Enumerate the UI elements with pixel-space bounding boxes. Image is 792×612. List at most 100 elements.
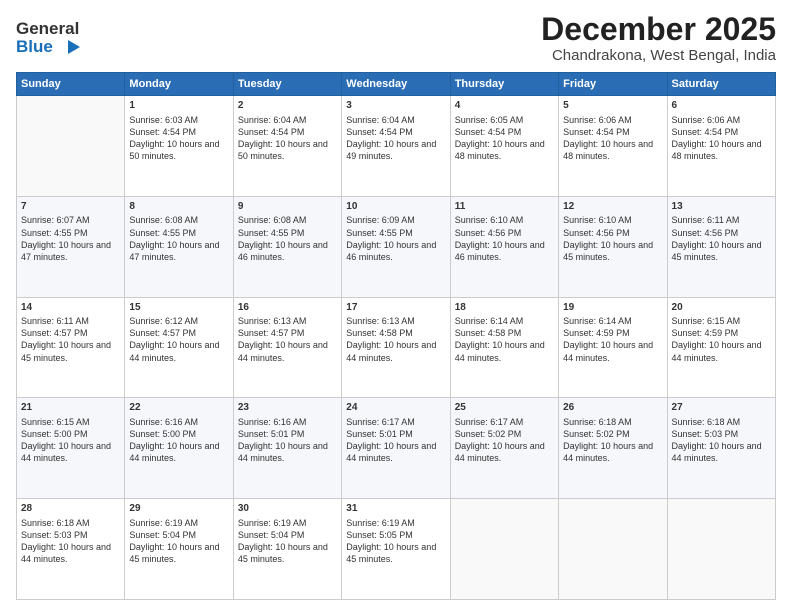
day-detail: Sunrise: 6:18 AMSunset: 5:02 PMDaylight:…: [563, 416, 662, 465]
day-detail: Sunrise: 6:05 AMSunset: 4:54 PMDaylight:…: [455, 114, 554, 163]
day-number: 2: [238, 99, 337, 113]
day-detail: Sunrise: 6:18 AMSunset: 5:03 PMDaylight:…: [21, 517, 120, 566]
page: General Blue December 2025 Chandrakona, …: [0, 0, 792, 612]
day-detail: Sunrise: 6:03 AMSunset: 4:54 PMDaylight:…: [129, 114, 228, 163]
calendar-week-row: 1Sunrise: 6:03 AMSunset: 4:54 PMDaylight…: [17, 96, 776, 197]
calendar-week-row: 21Sunrise: 6:15 AMSunset: 5:00 PMDayligh…: [17, 398, 776, 499]
header-friday: Friday: [559, 73, 667, 96]
day-detail: Sunrise: 6:18 AMSunset: 5:03 PMDaylight:…: [672, 416, 771, 465]
day-number: 11: [455, 200, 554, 214]
calendar-cell: 27Sunrise: 6:18 AMSunset: 5:03 PMDayligh…: [667, 398, 775, 499]
day-detail: Sunrise: 6:19 AMSunset: 5:04 PMDaylight:…: [238, 517, 337, 566]
day-detail: Sunrise: 6:06 AMSunset: 4:54 PMDaylight:…: [672, 114, 771, 163]
day-number: 21: [21, 401, 120, 415]
day-number: 17: [346, 301, 445, 315]
svg-text:Blue: Blue: [16, 37, 53, 56]
calendar-cell: 3Sunrise: 6:04 AMSunset: 4:54 PMDaylight…: [342, 96, 450, 197]
calendar-cell: 8Sunrise: 6:08 AMSunset: 4:55 PMDaylight…: [125, 196, 233, 297]
calendar-cell: 20Sunrise: 6:15 AMSunset: 4:59 PMDayligh…: [667, 297, 775, 398]
calendar-week-row: 14Sunrise: 6:11 AMSunset: 4:57 PMDayligh…: [17, 297, 776, 398]
calendar-cell: 9Sunrise: 6:08 AMSunset: 4:55 PMDaylight…: [233, 196, 341, 297]
calendar-cell: 11Sunrise: 6:10 AMSunset: 4:56 PMDayligh…: [450, 196, 558, 297]
calendar-week-row: 7Sunrise: 6:07 AMSunset: 4:55 PMDaylight…: [17, 196, 776, 297]
day-number: 6: [672, 99, 771, 113]
day-detail: Sunrise: 6:06 AMSunset: 4:54 PMDaylight:…: [563, 114, 662, 163]
day-number: 16: [238, 301, 337, 315]
day-number: 20: [672, 301, 771, 315]
day-number: 12: [563, 200, 662, 214]
header-saturday: Saturday: [667, 73, 775, 96]
calendar-cell: 18Sunrise: 6:14 AMSunset: 4:58 PMDayligh…: [450, 297, 558, 398]
day-detail: Sunrise: 6:09 AMSunset: 4:55 PMDaylight:…: [346, 214, 445, 263]
calendar-cell: 6Sunrise: 6:06 AMSunset: 4:54 PMDaylight…: [667, 96, 775, 197]
calendar-cell: 30Sunrise: 6:19 AMSunset: 5:04 PMDayligh…: [233, 499, 341, 600]
calendar-cell: 28Sunrise: 6:18 AMSunset: 5:03 PMDayligh…: [17, 499, 125, 600]
calendar-table: Sunday Monday Tuesday Wednesday Thursday…: [16, 72, 776, 600]
calendar-cell: 29Sunrise: 6:19 AMSunset: 5:04 PMDayligh…: [125, 499, 233, 600]
calendar-cell: 13Sunrise: 6:11 AMSunset: 4:56 PMDayligh…: [667, 196, 775, 297]
location-title: Chandrakona, West Bengal, India: [541, 47, 776, 64]
month-title: December 2025: [541, 12, 776, 47]
calendar-cell: 14Sunrise: 6:11 AMSunset: 4:57 PMDayligh…: [17, 297, 125, 398]
day-number: 25: [455, 401, 554, 415]
day-number: 30: [238, 502, 337, 516]
calendar-cell: 12Sunrise: 6:10 AMSunset: 4:56 PMDayligh…: [559, 196, 667, 297]
calendar-cell: 4Sunrise: 6:05 AMSunset: 4:54 PMDaylight…: [450, 96, 558, 197]
calendar-cell: 2Sunrise: 6:04 AMSunset: 4:54 PMDaylight…: [233, 96, 341, 197]
day-detail: Sunrise: 6:16 AMSunset: 5:01 PMDaylight:…: [238, 416, 337, 465]
svg-text:General: General: [16, 19, 79, 38]
day-number: 23: [238, 401, 337, 415]
calendar-header-row: Sunday Monday Tuesday Wednesday Thursday…: [17, 73, 776, 96]
calendar-cell: 24Sunrise: 6:17 AMSunset: 5:01 PMDayligh…: [342, 398, 450, 499]
day-detail: Sunrise: 6:19 AMSunset: 5:04 PMDaylight:…: [129, 517, 228, 566]
calendar-cell: 7Sunrise: 6:07 AMSunset: 4:55 PMDaylight…: [17, 196, 125, 297]
calendar-cell: [450, 499, 558, 600]
day-number: 5: [563, 99, 662, 113]
header: General Blue December 2025 Chandrakona, …: [16, 12, 776, 64]
day-number: 10: [346, 200, 445, 214]
logo: General Blue: [16, 12, 106, 62]
title-block: December 2025 Chandrakona, West Bengal, …: [541, 12, 776, 64]
calendar-week-row: 28Sunrise: 6:18 AMSunset: 5:03 PMDayligh…: [17, 499, 776, 600]
day-detail: Sunrise: 6:12 AMSunset: 4:57 PMDaylight:…: [129, 315, 228, 364]
calendar-cell: 10Sunrise: 6:09 AMSunset: 4:55 PMDayligh…: [342, 196, 450, 297]
day-detail: Sunrise: 6:10 AMSunset: 4:56 PMDaylight:…: [563, 214, 662, 263]
day-number: 24: [346, 401, 445, 415]
day-number: 14: [21, 301, 120, 315]
day-detail: Sunrise: 6:08 AMSunset: 4:55 PMDaylight:…: [238, 214, 337, 263]
calendar-cell: 1Sunrise: 6:03 AMSunset: 4:54 PMDaylight…: [125, 96, 233, 197]
day-detail: Sunrise: 6:08 AMSunset: 4:55 PMDaylight:…: [129, 214, 228, 263]
calendar-cell: 21Sunrise: 6:15 AMSunset: 5:00 PMDayligh…: [17, 398, 125, 499]
day-number: 13: [672, 200, 771, 214]
calendar-cell: [17, 96, 125, 197]
day-detail: Sunrise: 6:17 AMSunset: 5:02 PMDaylight:…: [455, 416, 554, 465]
day-detail: Sunrise: 6:11 AMSunset: 4:56 PMDaylight:…: [672, 214, 771, 263]
header-tuesday: Tuesday: [233, 73, 341, 96]
day-detail: Sunrise: 6:15 AMSunset: 5:00 PMDaylight:…: [21, 416, 120, 465]
header-thursday: Thursday: [450, 73, 558, 96]
day-number: 29: [129, 502, 228, 516]
day-number: 3: [346, 99, 445, 113]
day-number: 26: [563, 401, 662, 415]
calendar-cell: 19Sunrise: 6:14 AMSunset: 4:59 PMDayligh…: [559, 297, 667, 398]
header-sunday: Sunday: [17, 73, 125, 96]
day-detail: Sunrise: 6:15 AMSunset: 4:59 PMDaylight:…: [672, 315, 771, 364]
day-number: 8: [129, 200, 228, 214]
header-wednesday: Wednesday: [342, 73, 450, 96]
day-detail: Sunrise: 6:07 AMSunset: 4:55 PMDaylight:…: [21, 214, 120, 263]
day-number: 18: [455, 301, 554, 315]
calendar-cell: 16Sunrise: 6:13 AMSunset: 4:57 PMDayligh…: [233, 297, 341, 398]
logo-svg: General Blue: [16, 12, 106, 62]
day-number: 15: [129, 301, 228, 315]
day-detail: Sunrise: 6:19 AMSunset: 5:05 PMDaylight:…: [346, 517, 445, 566]
day-number: 9: [238, 200, 337, 214]
calendar-cell: 5Sunrise: 6:06 AMSunset: 4:54 PMDaylight…: [559, 96, 667, 197]
header-monday: Monday: [125, 73, 233, 96]
day-detail: Sunrise: 6:13 AMSunset: 4:57 PMDaylight:…: [238, 315, 337, 364]
calendar-cell: 25Sunrise: 6:17 AMSunset: 5:02 PMDayligh…: [450, 398, 558, 499]
day-number: 22: [129, 401, 228, 415]
day-number: 1: [129, 99, 228, 113]
day-detail: Sunrise: 6:14 AMSunset: 4:59 PMDaylight:…: [563, 315, 662, 364]
day-detail: Sunrise: 6:16 AMSunset: 5:00 PMDaylight:…: [129, 416, 228, 465]
day-number: 31: [346, 502, 445, 516]
